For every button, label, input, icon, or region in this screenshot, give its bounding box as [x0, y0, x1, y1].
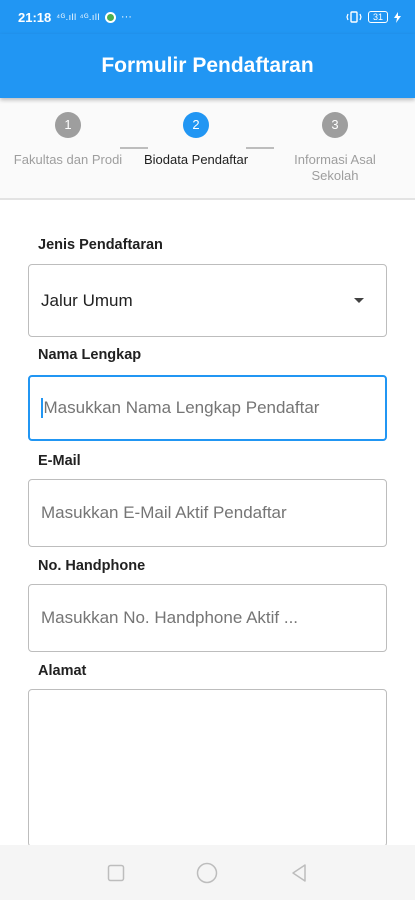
jenis-pendaftaran-label: Jenis Pendaftaran: [38, 237, 163, 253]
nama-lengkap-placeholder: Masukkan Nama Lengkap Pendaftar: [43, 398, 320, 417]
step-biodata-pendaftar[interactable]: 2 Biodata Pendaftar: [141, 112, 251, 168]
email-input[interactable]: Masukkan E-Mail Aktif Pendaftar: [28, 479, 387, 547]
alamat-label: Alamat: [38, 663, 87, 679]
step-label: Fakultas dan Prodi: [13, 152, 123, 167]
charging-icon: [394, 11, 401, 23]
back-button[interactable]: [279, 853, 319, 893]
home-circle-icon: [197, 862, 218, 883]
back-triangle-icon: [292, 863, 306, 882]
vibrate-icon: [346, 11, 362, 23]
no-handphone-input[interactable]: Masukkan No. Handphone Aktif ...: [28, 584, 387, 652]
stepper: 1 Fakultas dan Prodi 2 Biodata Pendaftar…: [0, 98, 415, 200]
email-placeholder: Masukkan E-Mail Aktif Pendaftar: [41, 503, 287, 522]
step-label: Biodata Pendaftar: [143, 152, 249, 167]
step-connector: [246, 147, 274, 149]
step-number-circle: 2: [183, 112, 209, 138]
jenis-pendaftaran-value: Jalur Umum: [41, 290, 133, 310]
step-number-circle: 3: [322, 112, 348, 138]
battery-icon: 31: [367, 11, 388, 23]
app-bar: Formulir Pendaftaran: [0, 34, 415, 98]
step-connector: [120, 147, 148, 149]
system-nav-bar: [0, 845, 415, 900]
more-notifications-icon: ···: [120, 11, 132, 23]
jenis-pendaftaran-dropdown[interactable]: Jalur Umum: [28, 264, 387, 337]
alamat-textarea[interactable]: [28, 689, 387, 847]
dropdown-arrow-icon: [354, 298, 364, 303]
step-fakultas-prodi[interactable]: 1 Fakultas dan Prodi: [13, 112, 123, 168]
recents-button[interactable]: [96, 853, 136, 893]
no-handphone-label: No. Handphone: [38, 558, 146, 574]
page-title: Formulir Pendaftaran: [101, 54, 314, 77]
status-bar: 21:18 ⁴ᴳ.ıll ⁴ᴳ.ıll ··· 31: [0, 0, 415, 34]
recents-square-icon: [107, 864, 125, 881]
email-label: E-Mail: [38, 453, 81, 469]
nama-lengkap-label: Nama Lengkap: [38, 347, 142, 363]
whatsapp-icon: [104, 11, 116, 23]
status-time: 21:18: [18, 9, 52, 25]
signal-icon: ⁴ᴳ.ıll ⁴ᴳ.ıll: [56, 12, 100, 22]
step-label: Informasi Asal Sekolah: [294, 152, 376, 183]
text-cursor: [41, 398, 43, 418]
no-handphone-placeholder: Masukkan No. Handphone Aktif ...: [41, 608, 299, 627]
step-number-circle: 1: [55, 112, 81, 138]
home-button[interactable]: [187, 853, 227, 893]
step-informasi-asal-sekolah[interactable]: 3 Informasi Asal Sekolah: [280, 112, 390, 184]
nama-lengkap-input[interactable]: Masukkan Nama Lengkap Pendaftar: [28, 375, 387, 441]
